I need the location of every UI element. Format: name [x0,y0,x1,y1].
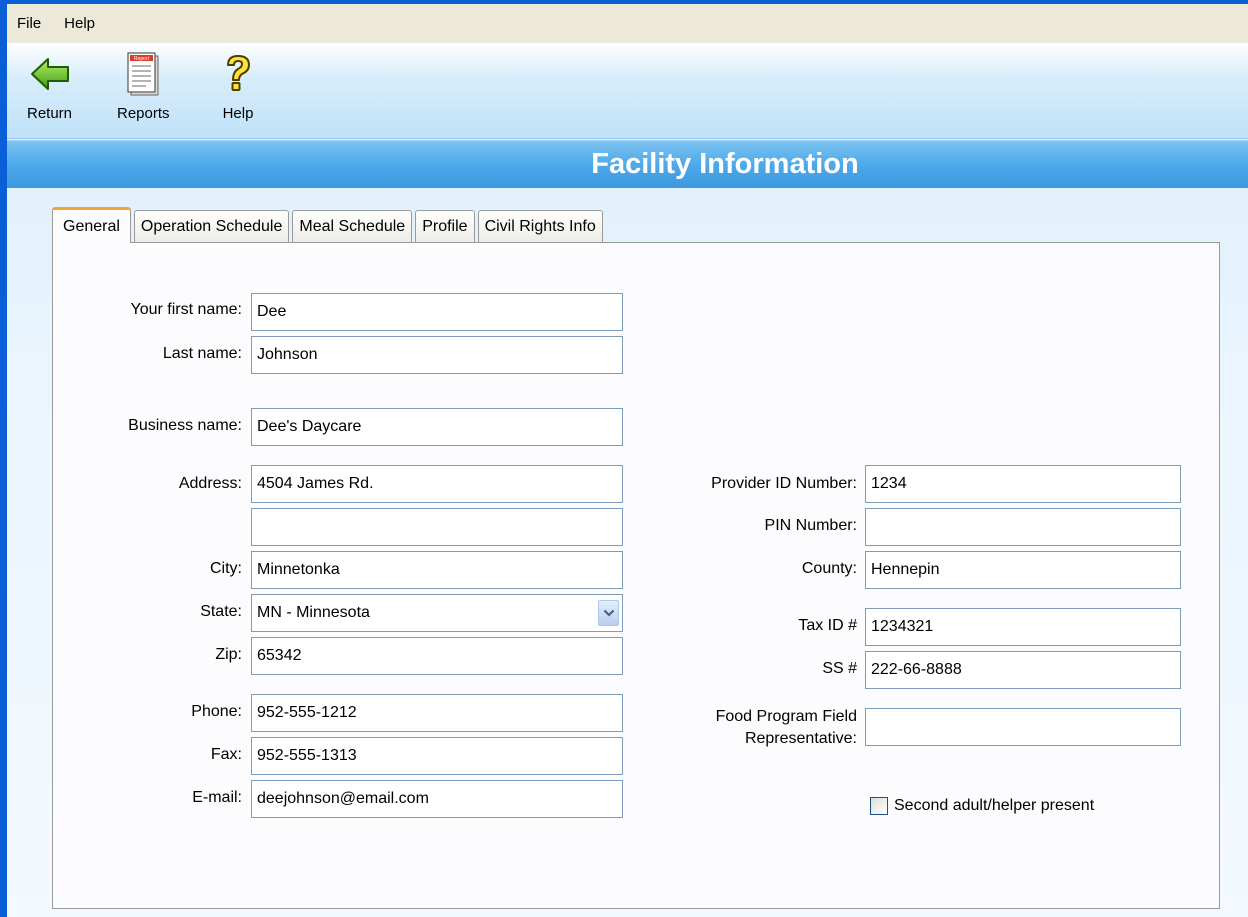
page-title: Facility Information [591,148,859,180]
field-rep-label-line1: Food Program Field [715,708,857,725]
county-label: County: [801,560,857,577]
return-label: Return [27,105,73,122]
pin-field[interactable] [865,508,1181,546]
field-rep-field[interactable] [865,708,1181,746]
tab-strip: General Operation Schedule Meal Schedule… [52,207,606,243]
field-rep-label-line2: Representative: [744,730,857,747]
city-label: City: [210,560,242,577]
city-field[interactable]: Minnetonka [251,551,623,589]
state-select-value: MN - Minnesota [257,604,370,621]
address-line2-field[interactable] [251,508,623,546]
help-question-icon [216,49,260,99]
phone-label: Phone: [191,703,242,720]
return-button[interactable]: Return [27,49,72,122]
provider-id-label: Provider ID Number: [711,475,857,492]
address-label: Address: [178,475,242,492]
ss-field[interactable]: 222-66-8888 [865,651,1181,689]
back-arrow-icon [28,49,72,99]
provider-id-field[interactable]: 1234 [865,465,1181,503]
help-label: Help [222,105,254,122]
title-banner: Facility Information [7,140,1248,188]
tab-operation-schedule[interactable]: Operation Schedule [133,210,290,243]
reports-button[interactable]: Report Reports [117,49,170,122]
business-name-label: Business name: [128,417,242,434]
zip-label: Zip: [215,646,242,663]
ss-label: SS # [822,660,857,677]
first-name-label: Your first name: [130,301,242,318]
tax-id-field[interactable]: 1234321 [865,608,1181,646]
menu-help[interactable]: Help [64,15,95,32]
tab-civil-rights-info[interactable]: Civil Rights Info [477,210,603,243]
zip-field[interactable]: 65342 [251,637,623,675]
report-icon-text: Report [134,56,150,62]
tab-general[interactable]: General [52,207,131,243]
second-adult-checkbox-row[interactable]: Second adult/helper present [870,797,1094,815]
state-label: State: [200,603,242,620]
reports-label: Reports [117,105,170,122]
business-name-field[interactable]: Dee's Daycare [251,408,623,446]
pin-label: PIN Number: [764,517,857,534]
email-label: E-mail: [192,789,242,806]
county-field[interactable]: Hennepin [865,551,1181,589]
second-adult-label: Second adult/helper present [894,797,1095,814]
tab-meal-schedule[interactable]: Meal Schedule [292,210,413,243]
toolbar: Return Report Reports Help [7,43,1248,139]
fax-field[interactable]: 952-555-1313 [251,737,623,775]
first-name-field[interactable]: Dee [251,293,623,331]
phone-field[interactable]: 952-555-1212 [251,694,623,732]
address-line1-field[interactable]: 4504 James Rd. [251,465,623,503]
tax-id-label: Tax ID # [798,617,857,634]
dropdown-arrow-icon[interactable] [598,600,619,626]
last-name-field[interactable]: Johnson [251,336,623,374]
menu-bar: File Help [7,0,1248,43]
second-adult-checkbox[interactable] [870,797,888,815]
email-field[interactable]: deejohnson@email.com [251,780,623,818]
app-window: File Help Return Report Reports Help Fac… [7,0,1248,917]
tab-profile[interactable]: Profile [415,210,475,243]
last-name-label: Last name: [162,345,242,362]
help-button[interactable]: Help [216,49,260,122]
report-icon: Report [121,49,165,99]
general-panel: Your first name: Dee Last name: Johnson … [52,242,1220,909]
menu-file[interactable]: File [17,15,41,32]
state-select[interactable]: MN - Minnesota [251,594,623,632]
fax-label: Fax: [210,746,242,763]
